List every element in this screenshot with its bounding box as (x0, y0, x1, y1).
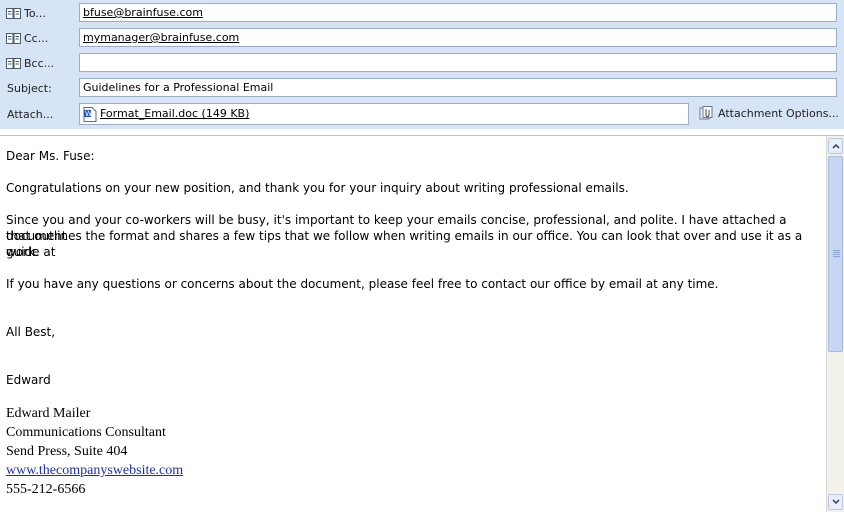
cc-field[interactable]: mymanager@brainfuse.com (79, 28, 837, 47)
svg-text:W: W (85, 110, 92, 118)
subject-row: Subject: Guidelines for a Professional E… (0, 77, 844, 99)
address-book-icon (6, 57, 21, 69)
header-divider (0, 129, 844, 136)
attach-label: Attach... (7, 107, 54, 121)
scroll-down-button[interactable] (828, 494, 843, 510)
signature-company: Send Press, Suite 404 (6, 444, 128, 459)
address-book-icon (6, 7, 21, 19)
paragraph-2-line-3: work. (6, 245, 39, 259)
signature-title: Communications Consultant (6, 425, 166, 440)
attachment-field[interactable]: W Format_Email.doc (149 KB) (79, 103, 689, 125)
message-header: To... bfuse@brainfuse.com Cc... mymanage… (0, 0, 844, 130)
signature-name: Edward Mailer (6, 406, 91, 421)
vertical-scrollbar[interactable] (826, 136, 844, 512)
bcc-field[interactable] (79, 53, 837, 72)
attachment-options-label: Attachment Options... (718, 106, 839, 120)
attach-row: Attach... W Format_Email.doc (149 KB) At… (0, 102, 844, 126)
chevron-up-icon (832, 143, 840, 149)
cc-row: Cc... mymanager@brainfuse.com (0, 27, 844, 49)
cc-button[interactable]: Cc... (6, 31, 48, 45)
to-row: To... bfuse@brainfuse.com (0, 2, 844, 24)
cc-recipient[interactable]: mymanager@brainfuse.com (83, 31, 239, 44)
address-book-icon (6, 32, 21, 44)
sender-first-name: Edward (6, 373, 51, 387)
paragraph-3: If you have any questions or concerns ab… (6, 277, 719, 291)
attachment-file[interactable]: W Format_Email.doc (149 KB) (83, 106, 250, 122)
to-label: To... (24, 6, 46, 20)
subject-label: Subject: (7, 81, 52, 95)
closing: All Best, (6, 325, 56, 339)
to-recipient[interactable]: bfuse@brainfuse.com (83, 6, 203, 19)
bcc-button[interactable]: Bcc... (6, 56, 54, 70)
paperclip-icon (699, 106, 715, 120)
subject-field[interactable]: Guidelines for a Professional Email (79, 78, 837, 97)
to-field[interactable]: bfuse@brainfuse.com (79, 3, 837, 22)
signature-website-link[interactable]: www.thecompanyswebsite.com (6, 461, 183, 480)
attachment-options-button[interactable]: Attachment Options... (699, 106, 839, 120)
cc-label: Cc... (24, 31, 49, 45)
greeting: Dear Ms. Fuse: (6, 149, 95, 163)
bcc-row: Bcc... (0, 52, 844, 74)
scrollbar-thumb[interactable] (828, 156, 843, 352)
scroll-up-button[interactable] (828, 138, 843, 154)
word-document-icon: W (83, 107, 97, 122)
bcc-label: Bcc... (24, 56, 55, 70)
message-body[interactable]: Dear Ms. Fuse: Congratulations on your n… (0, 136, 826, 512)
to-button[interactable]: To... (6, 6, 46, 20)
paragraph-1: Congratulations on your new position, an… (6, 181, 629, 195)
chevron-down-icon (832, 499, 840, 505)
attachment-filename: Format_Email.doc (149 KB) (100, 107, 250, 120)
paragraph-2-line-2: that outlines the format and shares a fe… (6, 229, 803, 259)
signature-phone: 555-212-6566 (6, 482, 86, 497)
